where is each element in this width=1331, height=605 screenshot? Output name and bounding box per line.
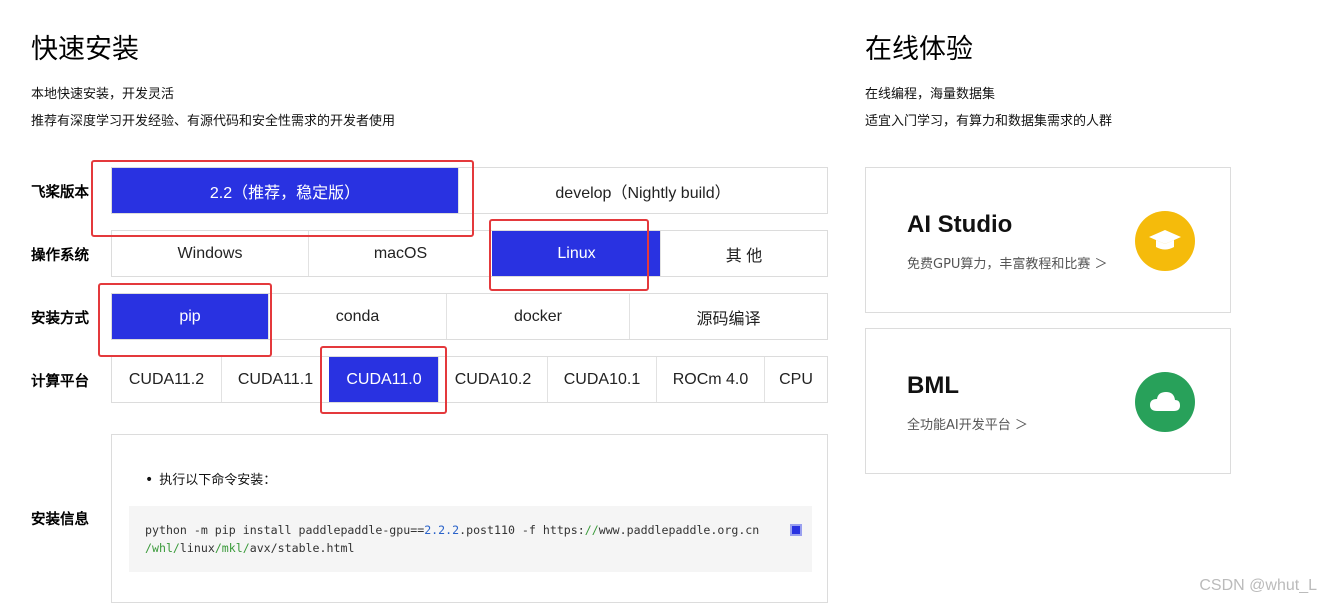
ai-studio-card[interactable]: AI Studio 免费GPU算力，丰富教程和比赛 ＞	[865, 167, 1231, 313]
quick-install-subtitle-2: 推荐有深度学习开发经验、有源代码和安全性需求的开发者使用	[31, 114, 396, 129]
compute-option-cuda111[interactable]: CUDA11.1	[221, 357, 329, 402]
compute-option-rocm40[interactable]: ROCm 4.0	[656, 357, 764, 402]
ai-studio-title: AI Studio	[907, 211, 1013, 238]
os-option-other-label: 其 他	[725, 247, 763, 265]
compute-option-cuda112-label: CUDA11.2	[128, 370, 205, 388]
compute-option-rocm40-label: ROCm 4.0	[672, 370, 749, 388]
os-option-macos-label: macOS	[373, 244, 428, 262]
compute-option-cuda112[interactable]: CUDA11.2	[112, 357, 221, 402]
install-command-line-1: python -m pip install paddlepaddle-gpu==…	[145, 521, 796, 539]
install-option-docker[interactable]: docker	[446, 294, 629, 339]
install-command-line-2: /whl/linux/mkl/avx/stable.html	[145, 539, 796, 557]
cmd-text: python -m pip install paddlepaddle-gpu==	[145, 523, 425, 537]
install-option-pip[interactable]: pip	[112, 294, 268, 339]
bml-card[interactable]: BML 全功能AI开发平台 ＞	[865, 328, 1231, 474]
version-option-develop[interactable]: develop（Nightly build）	[458, 168, 827, 213]
quick-install-title: 快速安装	[31, 34, 139, 65]
install-command[interactable]: python -m pip install paddlepaddle-gpu==…	[129, 506, 812, 572]
version-option-stable[interactable]: 2.2（推荐，稳定版）	[112, 168, 458, 213]
cmd-host: www.paddlepaddle.org.cn	[598, 523, 760, 537]
version-option-stable-label: 2.2（推荐，稳定版）	[209, 184, 361, 202]
version-selector: 2.2（推荐，稳定版） develop（Nightly build）	[111, 167, 828, 214]
compute-option-cuda101-label: CUDA10.1	[563, 370, 641, 388]
install-info-label: 安装信息	[31, 512, 89, 528]
compute-option-cpu-label: CPU	[779, 370, 813, 388]
compute-option-cuda110[interactable]: CUDA11.0	[329, 357, 438, 402]
quick-install-subtitle-1: 本地快速安装，开发灵活	[31, 87, 175, 102]
graduation-cap-glyph	[1149, 230, 1181, 250]
bml-title: BML	[907, 372, 959, 399]
online-experience-subtitle-2: 适宜入门学习，有算力和数据集需求的人群	[865, 114, 1113, 129]
cmd-text: .post110 -f https:	[459, 523, 585, 537]
install-option-docker-label: docker	[513, 307, 563, 325]
cmd-path: /whl/	[145, 541, 180, 555]
install-method-selector: pip conda docker 源码编译	[111, 293, 828, 340]
cloud-glyph	[1150, 392, 1180, 411]
install-instruction: 执行以下命令安装：	[145, 469, 276, 488]
copy-icon[interactable]	[790, 524, 802, 536]
install-option-conda[interactable]: conda	[268, 294, 446, 339]
os-option-windows-label: Windows	[177, 244, 243, 262]
os-option-linux-label: Linux	[557, 244, 596, 262]
cmd-slashes: //	[584, 523, 599, 537]
compute-option-cuda102[interactable]: CUDA10.2	[438, 357, 547, 402]
os-label: 操作系统	[31, 248, 89, 264]
graduation-cap-icon	[1135, 211, 1195, 271]
cmd-text: linux	[179, 541, 215, 555]
install-method-label: 安装方式	[31, 311, 89, 327]
os-option-macos[interactable]: macOS	[308, 231, 492, 276]
version-label: 飞桨版本	[31, 185, 89, 201]
install-option-source[interactable]: 源码编译	[629, 294, 827, 339]
install-info-panel: 执行以下命令安装： python -m pip install paddlepa…	[111, 434, 828, 603]
install-option-conda-label: conda	[335, 307, 380, 325]
cloud-icon	[1135, 372, 1195, 432]
version-option-develop-label: develop（Nightly build）	[555, 184, 731, 202]
compute-option-cuda101[interactable]: CUDA10.1	[547, 357, 656, 402]
compute-platform-selector: CUDA11.2 CUDA11.1 CUDA11.0 CUDA10.2 CUDA…	[111, 356, 828, 403]
compute-platform-label: 计算平台	[31, 374, 89, 390]
compute-option-cpu[interactable]: CPU	[764, 357, 827, 402]
install-option-source-label: 源码编译	[696, 310, 761, 328]
compute-option-cuda111-label: CUDA11.1	[237, 370, 314, 388]
os-selector: Windows macOS Linux 其 他	[111, 230, 828, 277]
cmd-text: avx/stable.html	[249, 541, 355, 555]
compute-option-cuda102-label: CUDA10.2	[454, 370, 532, 388]
os-option-windows[interactable]: Windows	[112, 231, 308, 276]
os-option-linux[interactable]: Linux	[492, 231, 660, 276]
os-option-other[interactable]: 其 他	[660, 231, 827, 276]
online-experience-subtitle-1: 在线编程，海量数据集	[865, 87, 996, 102]
ai-studio-desc[interactable]: 免费GPU算力，丰富教程和比赛 ＞	[907, 253, 1108, 272]
watermark: CSDN @whut_L	[1199, 577, 1317, 594]
cmd-version: 2.2.2	[424, 523, 460, 537]
online-experience-title: 在线体验	[865, 34, 973, 65]
install-option-pip-label: pip	[179, 307, 201, 325]
cmd-path: /mkl/	[214, 541, 250, 555]
compute-option-cuda110-label: CUDA11.0	[346, 370, 422, 388]
bml-desc[interactable]: 全功能AI开发平台 ＞	[907, 414, 1028, 433]
